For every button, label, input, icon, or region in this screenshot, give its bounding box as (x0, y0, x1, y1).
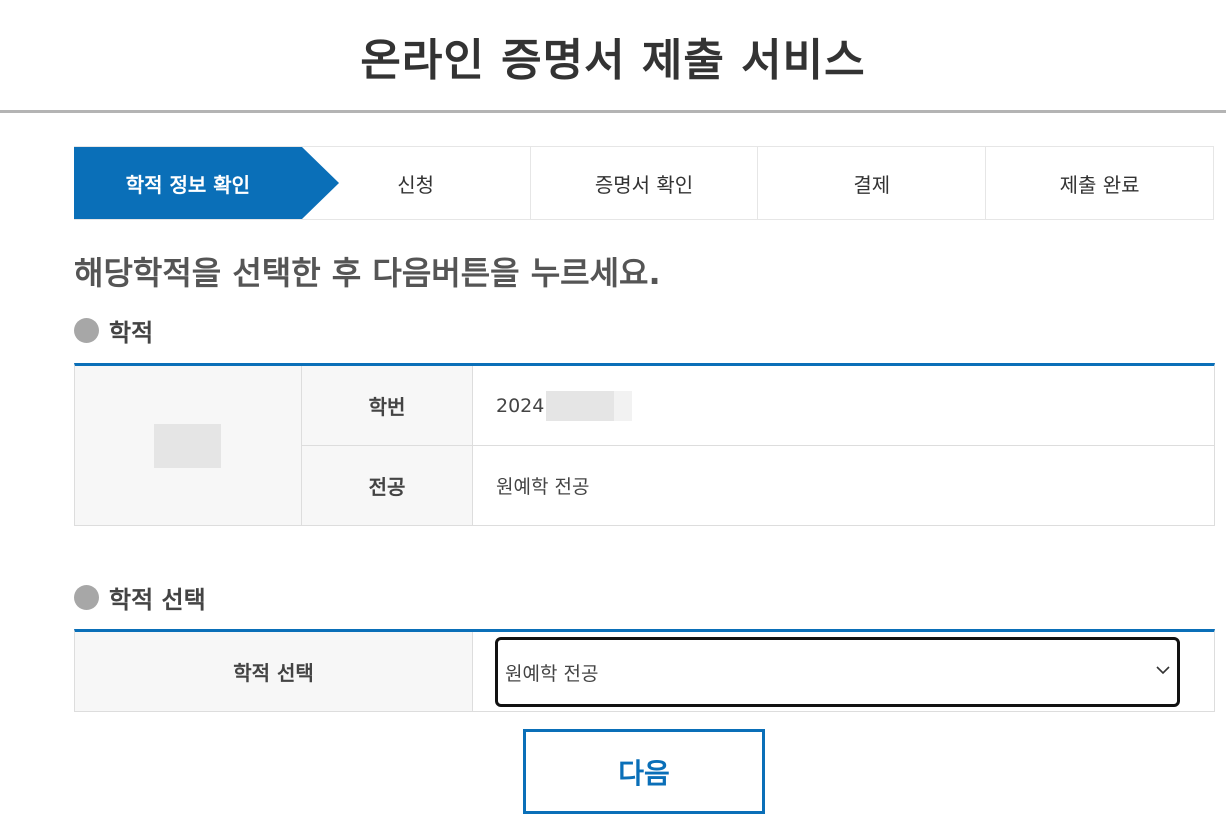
bullet-icon (74, 585, 99, 610)
select-section-title: 학적 선택 (74, 580, 206, 615)
academic-section-title: 학적 (74, 313, 153, 348)
step-label: 제출 완료 (1059, 172, 1140, 197)
step-label: 결제 (853, 172, 891, 197)
selected-value: 원예학 전공 (505, 662, 599, 685)
step-complete: 제출 완료 (985, 147, 1213, 219)
academic-select-dropdown[interactable]: 원예학 전공 (495, 637, 1180, 707)
redaction-block (614, 390, 633, 421)
progress-steps: 학적 정보 확인 신청 증명서 확인 결제 제출 완료 (74, 146, 1214, 220)
academic-info-table: 학번 2024 전공 원예학 전공 (74, 363, 1215, 526)
step-certificate-check: 증명서 확인 (529, 147, 758, 219)
select-cell: 원예학 전공 (473, 632, 1214, 711)
student-photo-cell (75, 366, 302, 525)
step-academic-info: 학적 정보 확인 (74, 147, 339, 219)
section-title-text: 학적 선택 (109, 586, 206, 614)
step-label: 학적 정보 확인 (125, 172, 251, 197)
major-label: 전공 (302, 446, 473, 525)
chevron-down-icon (1156, 666, 1170, 675)
select-label: 학적 선택 (75, 632, 473, 711)
table-row: 학번 2024 (302, 366, 1214, 446)
step-label: 증명서 확인 (594, 172, 694, 197)
step-payment: 결제 (757, 147, 985, 219)
student-id-label: 학번 (302, 366, 473, 445)
major-value: 원예학 전공 (496, 476, 590, 498)
student-photo (154, 424, 221, 468)
student-id-text: 2024 (496, 394, 545, 417)
instruction-text: 해당학적을 선택한 후 다음버튼을 누르세요. (74, 254, 661, 292)
page-title: 온라인 증명서 제출 서비스 (360, 35, 866, 86)
table-row: 전공 원예학 전공 (302, 446, 1214, 525)
bullet-icon (74, 318, 99, 343)
redaction-block (546, 390, 615, 421)
page-header: 온라인 증명서 제출 서비스 (0, 0, 1226, 113)
academic-select-table: 학적 선택 원예학 전공 (74, 629, 1215, 712)
step-label: 신청 (397, 172, 435, 197)
next-button[interactable]: 다음 (523, 729, 765, 814)
student-id-value: 2024 (473, 366, 1214, 445)
section-title-text: 학적 (109, 319, 154, 347)
